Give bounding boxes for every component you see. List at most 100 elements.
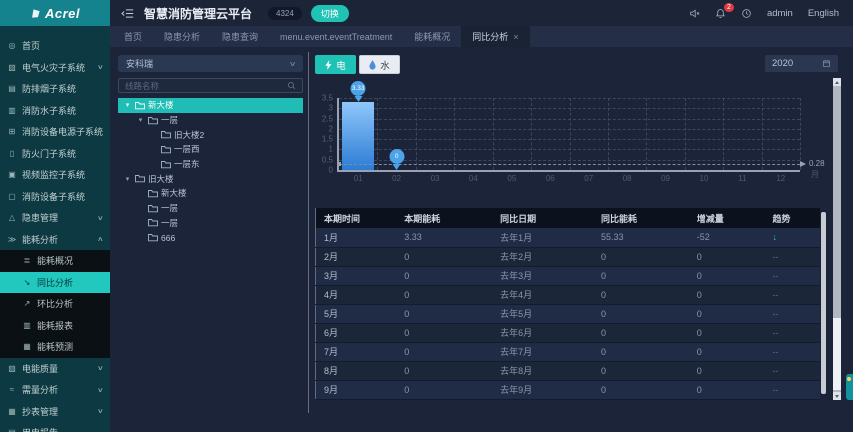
quality-icon: ▧ bbox=[8, 363, 16, 373]
calendar-icon bbox=[822, 59, 831, 68]
electric-icon: ▨ bbox=[8, 62, 16, 72]
grid-line-v bbox=[646, 98, 648, 170]
scroll-up-arrow[interactable] bbox=[833, 78, 841, 86]
help-icon[interactable] bbox=[741, 8, 752, 19]
x-axis-tick: 11 bbox=[738, 174, 747, 183]
sidebar-item-fire-water[interactable]: ▥ 消防水子系统 bbox=[0, 100, 110, 122]
expander-icon[interactable]: ▾ bbox=[136, 116, 145, 124]
sidebar-item-label: 防排烟子系统 bbox=[22, 84, 77, 95]
table-scrollbar[interactable] bbox=[821, 212, 826, 394]
energy-table: 本期时间 本期能耗 同比日期 同比能耗 增减量 趋势 1月 3.33 去年1月 55.33 -52… bbox=[315, 208, 820, 400]
tree-node[interactable]: 一层西 bbox=[118, 142, 303, 157]
expander-icon[interactable]: ▾ bbox=[123, 175, 132, 183]
sidebar-item-energy-forecast[interactable]: ▦ 能耗预测 bbox=[0, 336, 110, 358]
bar-month-01[interactable] bbox=[342, 101, 375, 170]
year-picker-value: 2020 bbox=[772, 58, 794, 69]
tree-node[interactable]: 新大楼 bbox=[118, 186, 303, 201]
tree-node[interactable]: 一层 bbox=[118, 201, 303, 216]
table-cell: 0 bbox=[688, 266, 765, 286]
water-energy-button[interactable]: 水 bbox=[359, 55, 400, 74]
page-scrollbar[interactable] bbox=[833, 78, 841, 400]
x-axis-tick: 02 bbox=[392, 174, 402, 183]
tree-node[interactable]: ▾ 一层 bbox=[118, 113, 303, 128]
tab-energy-overview[interactable]: 能耗概况 bbox=[403, 26, 461, 47]
sidebar-item-video-monitor[interactable]: ▣ 视频监控子系统 bbox=[0, 164, 110, 186]
sidebar-item-yoy-analysis[interactable]: ↘ 同比分析 bbox=[0, 271, 110, 293]
sidebar-item-electric-fire[interactable]: ▨ 电气火灾子系统 ∨ bbox=[0, 57, 110, 79]
year-picker[interactable]: 2020 bbox=[765, 55, 838, 72]
trend-cell: -- bbox=[764, 266, 820, 286]
switch-project-button[interactable]: 切换 bbox=[310, 4, 349, 22]
search-icon[interactable] bbox=[287, 81, 296, 90]
tab-label: 能耗概况 bbox=[414, 32, 451, 42]
sidebar-item-energy-analysis[interactable]: ≫ 能耗分析 ∧ bbox=[0, 229, 110, 251]
tree-node[interactable]: 一层 bbox=[118, 216, 303, 231]
sidebar-item-energy-overview[interactable]: ≣ 能耗概况 bbox=[0, 250, 110, 272]
data-marker-value: 0 bbox=[389, 149, 405, 164]
tab-yoy-analysis[interactable]: 同比分析 × bbox=[461, 26, 530, 47]
menu-fold-icon[interactable] bbox=[121, 8, 134, 19]
folder-icon bbox=[161, 160, 171, 169]
sidebar-item-mom-analysis[interactable]: ↗ 环比分析 bbox=[0, 293, 110, 315]
sidebar-item-label: 抄表管理 bbox=[22, 406, 59, 417]
scroll-down-arrow[interactable] bbox=[833, 392, 841, 400]
floating-widget[interactable] bbox=[846, 374, 853, 400]
app-root: Acrel 智慧消防管理云平台 4324 切换 2 admin English … bbox=[0, 0, 853, 432]
average-line bbox=[339, 164, 800, 166]
sidebar-item-meter-mgmt[interactable]: ▦ 抄表管理 ∨ bbox=[0, 401, 110, 423]
sidebar-item-smoke-control[interactable]: ▤ 防排烟子系统 bbox=[0, 78, 110, 100]
mute-icon[interactable] bbox=[689, 8, 700, 19]
column-header: 同比日期 bbox=[492, 208, 593, 228]
tree-node[interactable]: ▾ 旧大楼 bbox=[118, 171, 303, 186]
app-header: Acrel 智慧消防管理云平台 4324 切换 2 admin English bbox=[0, 0, 853, 26]
tab-hazard-query[interactable]: 隐患查询 bbox=[211, 26, 269, 47]
header-actions: 2 admin English bbox=[689, 2, 853, 19]
notification-count-badge: 2 bbox=[724, 2, 734, 12]
table-cell: 0 bbox=[688, 323, 765, 343]
tab-home[interactable]: 首页 bbox=[113, 26, 153, 47]
notifications-bell[interactable]: 2 bbox=[715, 2, 734, 19]
floating-widget-dot bbox=[847, 377, 851, 381]
close-tab-icon[interactable]: × bbox=[513, 32, 518, 42]
line-search-input[interactable] bbox=[125, 80, 283, 91]
trend-cell: -- bbox=[764, 342, 820, 362]
tab-event-treatment[interactable]: menu.event.eventTreatment bbox=[269, 26, 403, 47]
table-cell: 0 bbox=[592, 247, 689, 267]
y-axis-tick: 3 bbox=[328, 103, 333, 113]
username[interactable]: admin bbox=[767, 8, 793, 19]
tree-node[interactable]: 666 bbox=[118, 230, 303, 245]
energy-table-body: 1月 3.33 去年1月 55.33 -52 ↓ 2月 0 去年2月 0 0 -- 3月 0 去年3月 0 0-… bbox=[315, 228, 820, 400]
x-axis-tick: 12 bbox=[776, 174, 786, 183]
table-cell: 0 bbox=[688, 361, 765, 381]
scrollbar-thumb[interactable] bbox=[833, 318, 841, 390]
tree-node[interactable]: 旧大楼2 bbox=[118, 127, 303, 142]
tree-node-label: 一层 bbox=[161, 115, 179, 126]
tree-node[interactable]: ▾ 新大楼 bbox=[118, 98, 303, 113]
sidebar-item-demand-analysis[interactable]: ≈ 需量分析 ∨ bbox=[0, 379, 110, 401]
sidebar-item-hazard-mgmt[interactable]: △ 隐患管理 ∨ bbox=[0, 207, 110, 229]
folder-icon bbox=[135, 174, 145, 183]
table-cell: 去年4月 bbox=[492, 285, 593, 305]
project-select[interactable]: 安科瑞 ∨ bbox=[118, 55, 303, 72]
grid-line-v bbox=[800, 98, 801, 170]
table-cell: 0 bbox=[396, 285, 493, 305]
sidebar-item-equipment-power[interactable]: ⊞ 消防设备电源子系统 bbox=[0, 121, 110, 143]
sidebar-item-fire-equipment[interactable]: ▢ 消防设备子系统 bbox=[0, 186, 110, 208]
sidebar-item-fire-door[interactable]: ▯ 防火门子系统 bbox=[0, 143, 110, 165]
tree-node-label: 旧大楼 bbox=[148, 173, 174, 184]
grid-line-v bbox=[569, 98, 571, 170]
table-cell: 0 bbox=[688, 304, 765, 324]
language-switcher[interactable]: English bbox=[808, 8, 839, 19]
tree-node[interactable]: 一层东 bbox=[118, 157, 303, 172]
sidebar-item-energy-report[interactable]: ▥ 能耗报表 bbox=[0, 315, 110, 337]
table-cell: 0 bbox=[396, 342, 493, 362]
line-search bbox=[118, 78, 303, 93]
tab-hazard-analysis[interactable]: 隐患分析 bbox=[153, 26, 211, 47]
sidebar-item-power-quality[interactable]: ▧ 电能质量 ∨ bbox=[0, 358, 110, 380]
expander-icon[interactable]: ▾ bbox=[123, 101, 132, 109]
demand-icon: ≈ bbox=[9, 385, 15, 395]
electric-energy-button[interactable]: 电 bbox=[315, 55, 356, 74]
project-select-value: 安科瑞 bbox=[126, 59, 154, 69]
sidebar-item-home[interactable]: ◎ 首页 bbox=[0, 35, 110, 57]
sidebar-item-power-report[interactable]: ▤ 用电报告 bbox=[0, 422, 110, 432]
